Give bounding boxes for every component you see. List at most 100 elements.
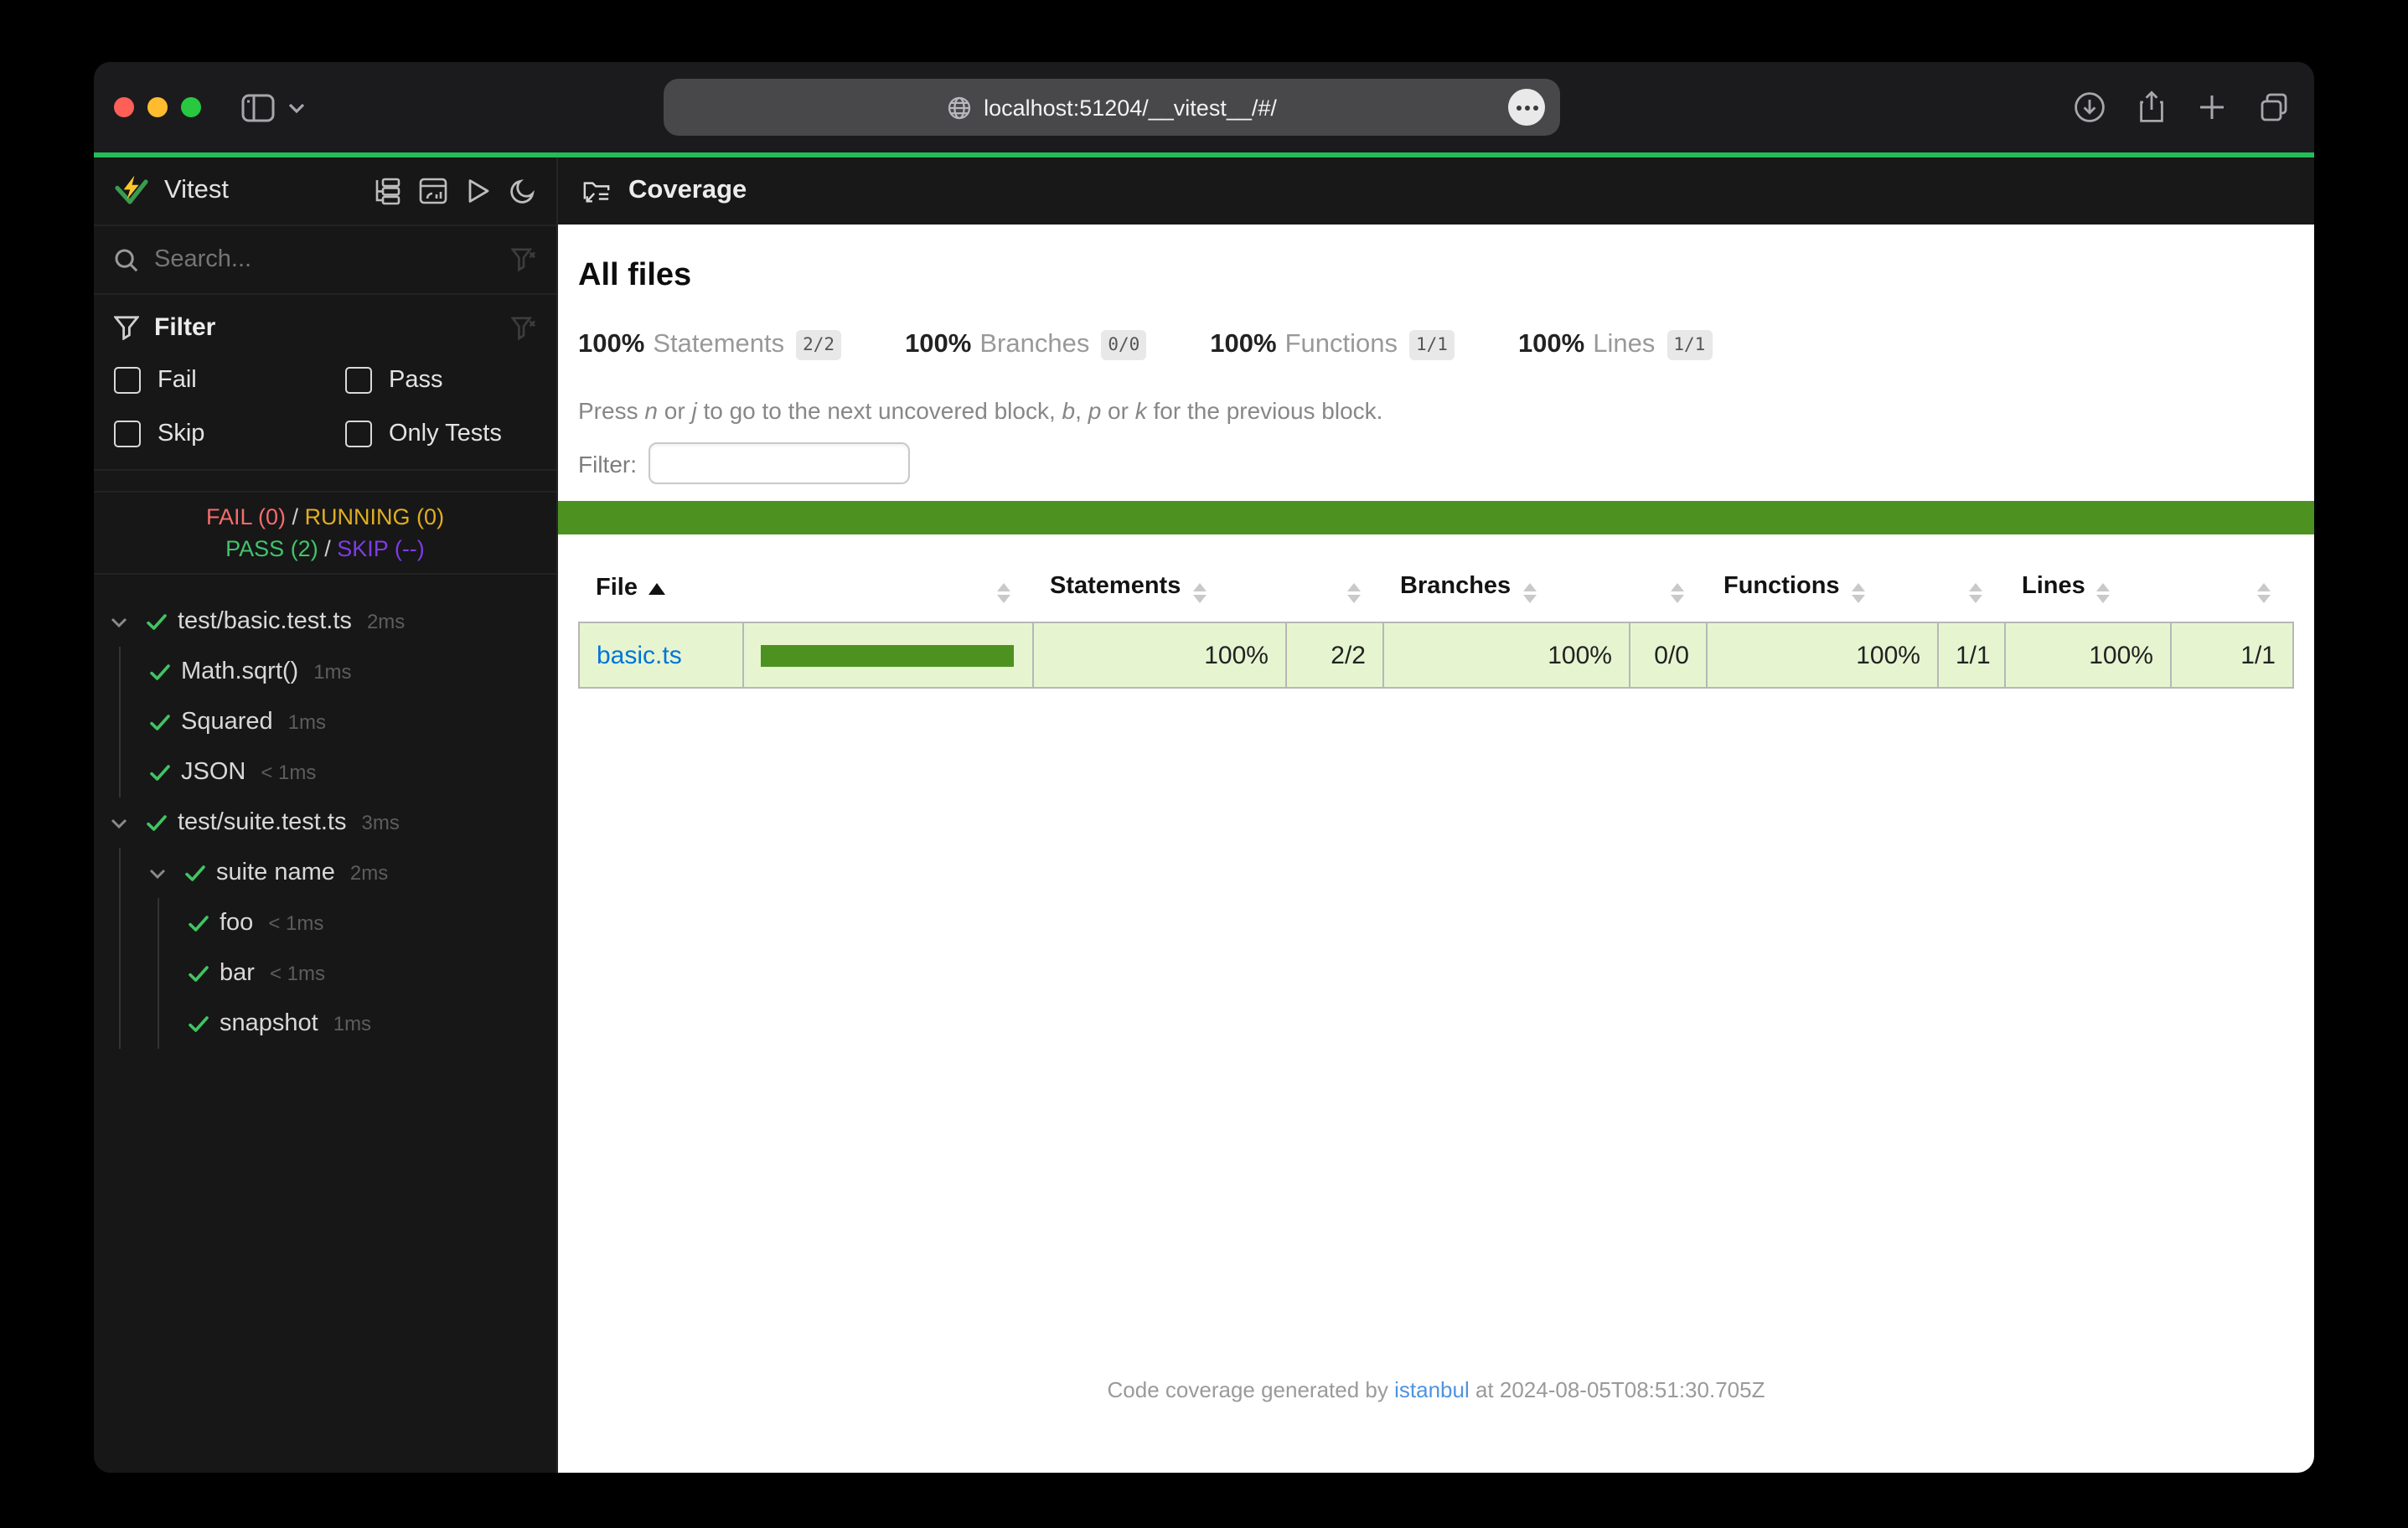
coverage-header: Coverage xyxy=(558,157,2314,225)
column-header-graph[interactable] xyxy=(743,558,1033,622)
address-bar[interactable]: localhost:51204/__vitest__/#/ xyxy=(664,79,1560,136)
statements-frac-cell: 2/2 xyxy=(1286,622,1383,688)
dark-mode-icon[interactable] xyxy=(509,178,536,204)
stat-label: Statements xyxy=(653,330,784,360)
tree-guide-line xyxy=(119,948,121,999)
tree-guide-line xyxy=(158,999,159,1049)
test-case-item[interactable]: bar< 1ms xyxy=(94,948,556,999)
minimize-window-button[interactable] xyxy=(147,97,168,117)
pass-check-icon xyxy=(188,964,209,983)
pass-check-icon xyxy=(146,612,168,631)
column-header-branches-raw[interactable] xyxy=(1630,558,1707,622)
search-bar[interactable]: Search... xyxy=(94,226,556,295)
sorter-icon xyxy=(1670,583,1683,603)
file-link[interactable]: basic.ts xyxy=(597,641,682,669)
url-text: localhost:51204/__vitest__/#/ xyxy=(984,95,1277,120)
pass-check-icon xyxy=(149,663,171,681)
tree-guide-line xyxy=(119,647,121,697)
test-case-item[interactable]: foo < 1ms xyxy=(94,898,556,948)
running-count: RUNNING (0) xyxy=(305,504,445,529)
lines-pct-cell: 100% xyxy=(2005,622,2171,688)
stat-fraction-badge: 1/1 xyxy=(1666,330,1712,360)
test-duration: < 1ms xyxy=(268,911,323,935)
checkbox-icon xyxy=(345,421,372,447)
test-case-item[interactable]: suite name2ms xyxy=(94,848,556,898)
coverage-stat-statements: 100%Statements2/2 xyxy=(578,330,841,360)
tree-guide-line xyxy=(158,948,159,999)
dashboard-icon[interactable] xyxy=(419,178,447,204)
run-summary-line-1: FAIL (0) / RUNNING (0) xyxy=(94,501,556,533)
chevron-down-icon[interactable] xyxy=(111,817,127,829)
coverage-stats: 100%Statements2/2100%Branches0/0100%Func… xyxy=(578,330,2294,360)
test-file-item[interactable]: test/suite.test.ts3ms xyxy=(94,798,556,848)
column-header-statements-raw[interactable] xyxy=(1286,558,1383,622)
stat-fraction-badge: 1/1 xyxy=(1409,330,1455,360)
test-item-label: bar xyxy=(220,960,255,987)
sorter-icon xyxy=(1968,583,1982,603)
close-window-button[interactable] xyxy=(114,97,134,117)
test-case-item[interactable]: JSON< 1ms xyxy=(94,747,556,798)
filter-checkbox-fail[interactable]: Fail xyxy=(114,367,345,394)
table-filter-input[interactable] xyxy=(649,442,910,484)
column-header-statements[interactable]: Statements xyxy=(1033,558,1286,622)
share-icon[interactable] xyxy=(2137,90,2167,124)
column-header-branches[interactable]: Branches xyxy=(1383,558,1630,622)
tab-overview-icon[interactable] xyxy=(2257,91,2291,123)
istanbul-link[interactable]: istanbul xyxy=(1394,1377,1470,1402)
test-case-item[interactable]: Math.sqrt() 1ms xyxy=(94,647,556,697)
page-title: All files xyxy=(578,258,2294,295)
tree-guide-line xyxy=(119,898,121,948)
checkbox-icon xyxy=(345,367,372,394)
test-duration: 1ms xyxy=(333,1012,371,1035)
chevron-down-icon[interactable] xyxy=(149,867,166,879)
test-duration: 1ms xyxy=(313,660,351,684)
page-settings-button[interactable] xyxy=(1508,89,1545,126)
new-tab-icon[interactable] xyxy=(2197,92,2227,122)
test-duration: < 1ms xyxy=(261,761,316,784)
test-item-label: Math.sqrt() xyxy=(181,658,298,685)
branches-frac-cell: 0/0 xyxy=(1630,622,1707,688)
zoom-window-button[interactable] xyxy=(181,97,201,117)
test-case-item[interactable]: snapshot1ms xyxy=(94,999,556,1049)
filter-panel: Filter Fail xyxy=(94,295,556,471)
stat-label: Lines xyxy=(1593,330,1655,360)
tree-guide-line xyxy=(119,848,121,898)
clear-search-filter-icon[interactable] xyxy=(511,248,536,271)
search-placeholder: Search... xyxy=(154,246,251,273)
clear-filter-icon[interactable] xyxy=(511,316,536,339)
test-item-label: foo xyxy=(220,910,253,937)
column-header-functions[interactable]: Functions xyxy=(1707,558,1938,622)
stat-percentage: 100% xyxy=(1518,330,1584,360)
column-header-functions-raw[interactable] xyxy=(1938,558,2005,622)
test-file-item[interactable]: test/basic.test.ts2ms xyxy=(94,596,556,647)
column-header-lines[interactable]: Lines xyxy=(2005,558,2171,622)
filter-checkbox-only-tests[interactable]: Only Tests xyxy=(345,421,536,447)
sidebar-toggle-icon[interactable] xyxy=(241,93,275,121)
test-item-label: Squared xyxy=(181,709,273,736)
filter-checkbox-skip[interactable]: Skip xyxy=(114,421,345,447)
sidebar-chevron-icon[interactable] xyxy=(288,101,305,113)
test-tree: test/basic.test.ts2msMath.sqrt()1msSquar… xyxy=(94,575,556,1473)
pass-check-icon xyxy=(149,763,171,782)
pass-check-icon xyxy=(146,813,168,832)
report-footer: Code coverage generated by istanbul at 2… xyxy=(578,1377,2294,1473)
column-header-lines-raw[interactable] xyxy=(2171,558,2293,622)
test-duration: 1ms xyxy=(288,710,326,734)
run-all-icon[interactable] xyxy=(466,178,491,204)
checkbox-label: Skip xyxy=(158,421,204,447)
skip-count: SKIP (--) xyxy=(337,536,425,561)
downloads-icon[interactable] xyxy=(2073,90,2106,124)
test-duration: 2ms xyxy=(367,610,405,633)
filter-checkbox-pass[interactable]: Pass xyxy=(345,367,536,394)
screen: localhost:51204/__vitest__/#/ xyxy=(0,0,2408,1528)
column-header-file[interactable]: File xyxy=(579,558,743,622)
checkbox-label: Only Tests xyxy=(389,421,502,447)
test-duration: 2ms xyxy=(350,861,388,885)
branches-pct-cell: 100% xyxy=(1383,622,1630,688)
coverage-report: All files 100%Statements2/2100%Branches0… xyxy=(558,225,2314,1473)
tree-view-icon[interactable] xyxy=(372,177,400,205)
test-case-item[interactable]: Squared 1ms xyxy=(94,697,556,747)
chevron-down-icon[interactable] xyxy=(111,616,127,627)
checkbox-label: Fail xyxy=(158,367,197,394)
hint-text: or xyxy=(1101,397,1134,424)
